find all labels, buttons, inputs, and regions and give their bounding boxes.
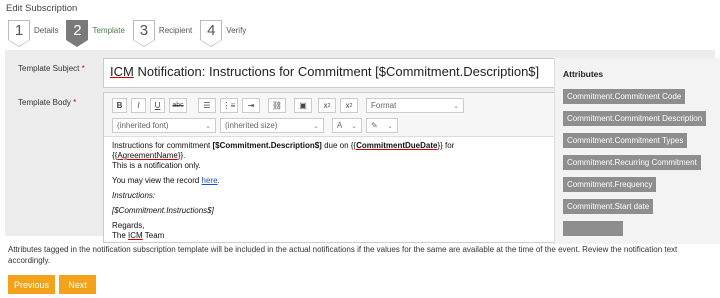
editor-text: This is a notification only.	[112, 161, 201, 170]
required-mark: *	[81, 64, 85, 73]
attribute-chip-partial[interactable]	[563, 221, 623, 236]
editor-text: [$Commitment.Instructions$]	[112, 206, 214, 215]
editor-text: Team	[142, 231, 165, 240]
step-number: 1	[8, 20, 30, 47]
subscript-button[interactable]: x2	[318, 98, 336, 113]
font-size-select[interactable]: (inherited size) ⌄	[220, 118, 324, 133]
attributes-panel: Attributes Commitment.Commitment Code Co…	[554, 58, 720, 244]
editor-text: CommitmentDueDate	[356, 141, 438, 150]
template-subject-input[interactable]: ICM Notification: Instructions for Commi…	[103, 58, 556, 88]
subject-label: Template Subject *	[18, 64, 85, 73]
editor-text: You may view the record	[112, 176, 202, 185]
template-body-editor[interactable]: B I U abc ☰ ⋮≡ ⇥ ⛓ ▣ x2 x2 Format ⌄ (inhe…	[103, 92, 556, 243]
font-color-select[interactable]: A ⌄	[332, 118, 362, 133]
editor-paragraph: Instructions for commitment [$Commitment…	[112, 141, 552, 171]
editor-text: Instructions for commitment	[112, 141, 213, 150]
editor-paragraph: Instructions:	[112, 191, 552, 201]
page-title: Edit Subscription	[6, 3, 78, 14]
font-size-value: (inherited size)	[225, 121, 278, 130]
required-mark: *	[73, 98, 77, 107]
chevron-down-icon: ⌄	[351, 122, 357, 130]
step-label: Verify	[226, 26, 247, 35]
editor-text: }}.	[177, 151, 186, 160]
editor-text: .	[217, 176, 220, 185]
attribute-chip[interactable]: Commitment.Commitment Types	[563, 133, 688, 148]
editor-text: AgreementName	[117, 151, 178, 160]
format-select-value: Format	[371, 101, 397, 110]
step-number: 2	[66, 20, 89, 47]
editor-toolbar: B I U abc ☰ ⋮≡ ⇥ ⛓ ▣ x2 x2 Format ⌄ (inhe…	[104, 93, 555, 137]
attribute-chip[interactable]: Commitment.Frequency	[563, 177, 657, 192]
subject-label-text: Template Subject	[18, 64, 80, 73]
chevron-down-icon: ⌄	[387, 122, 393, 130]
underline-button[interactable]: U	[150, 98, 165, 113]
editor-text: The	[112, 231, 129, 240]
attribute-chip[interactable]: Commitment.Recurring Commitment	[563, 155, 701, 170]
link-icon: ⛓	[271, 101, 283, 110]
step-details[interactable]: 1 Details	[8, 20, 66, 47]
step-label: Template	[92, 26, 125, 35]
editor-text: Instructions:	[112, 191, 156, 200]
step-template[interactable]: 2 Template	[66, 20, 132, 47]
subject-prefix: ICM	[110, 64, 134, 79]
editor-text: Regards,	[112, 221, 145, 230]
editor-paragraph: Regards, The ICM Team	[112, 221, 552, 241]
strikethrough-button[interactable]: abc	[169, 98, 187, 113]
font-family-select[interactable]: (inherited font) ⌄	[112, 118, 216, 133]
editor-paragraph: You may view the record here.	[112, 176, 552, 186]
editor-content[interactable]: Instructions for commitment [$Commitment…	[112, 141, 552, 242]
next-button[interactable]: Next	[59, 275, 96, 294]
highlight-icon: ✎	[371, 121, 378, 130]
bullet-list-icon: ☰	[203, 101, 211, 110]
editor-text: [$Commitment.Description$]	[212, 141, 322, 150]
record-link[interactable]: here	[202, 176, 218, 185]
insert-link-button[interactable]: ⛓	[268, 98, 286, 113]
subject-rest: Notification: Instructions for Commitmen…	[133, 64, 540, 79]
step-label: Details	[34, 26, 59, 35]
font-family-value: (inherited font)	[117, 121, 169, 130]
editor-text: }} for	[437, 141, 455, 150]
numbered-list-button[interactable]: ⋮≡	[220, 98, 238, 113]
editor-text: ICM	[128, 231, 143, 240]
indent-icon: ⇥	[247, 101, 255, 110]
insert-image-button[interactable]: ▣	[294, 98, 312, 113]
bullet-list-button[interactable]: ☰	[198, 98, 216, 113]
image-icon: ▣	[299, 101, 307, 110]
attribute-chip[interactable]: Commitment.Start date	[563, 199, 654, 214]
italic-button[interactable]: I	[131, 98, 146, 113]
editor-text: due on {{	[321, 141, 357, 150]
body-label: Template Body *	[18, 98, 76, 107]
attribute-chip[interactable]: Commitment.Commitment Description	[563, 111, 707, 126]
body-label-text: Template Body	[18, 98, 71, 107]
format-select[interactable]: Format ⌄	[366, 98, 464, 113]
superscript-button[interactable]: x2	[340, 98, 358, 113]
step-number: 3	[132, 20, 155, 47]
numbered-list-icon: ⋮≡	[222, 101, 236, 110]
step-verify[interactable]: 4 Verify	[200, 20, 254, 47]
chevron-down-icon: ⌄	[205, 122, 211, 130]
step-label: Recipient	[158, 26, 193, 35]
attributes-title: Attributes	[563, 69, 604, 79]
indent-button[interactable]: ⇥	[242, 98, 260, 113]
chevron-down-icon: ⌄	[453, 102, 459, 110]
attributes-hint: Attributes tagged in the notification su…	[8, 245, 678, 265]
step-recipient[interactable]: 3 Recipient	[132, 20, 200, 47]
font-color-icon: A	[337, 121, 343, 130]
bold-button[interactable]: B	[112, 98, 127, 113]
editor-paragraph: [$Commitment.Instructions$]	[112, 206, 552, 216]
wizard-steps: 1 Details 2 Template 3 Recipient 4 Verif…	[8, 20, 254, 47]
chevron-down-icon: ⌄	[313, 122, 319, 130]
previous-button[interactable]: Previous	[8, 275, 55, 294]
step-number: 4	[200, 20, 223, 47]
highlight-select[interactable]: ✎ ⌄	[366, 118, 398, 133]
attribute-chip[interactable]: Commitment.Commitment Code	[563, 89, 686, 104]
